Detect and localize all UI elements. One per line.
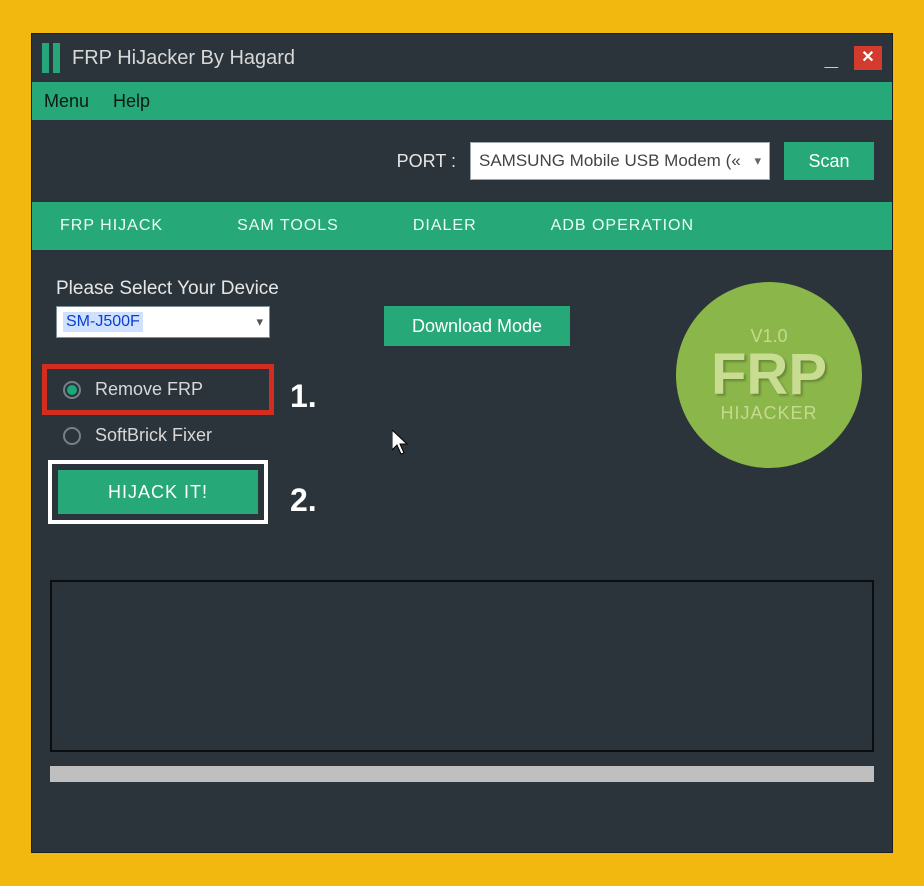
tab-sam-tools[interactable]: SAM TOOLS xyxy=(237,217,339,235)
softbrick-radio[interactable]: SoftBrick Fixer xyxy=(42,415,274,456)
chevron-down-icon: ▾ xyxy=(754,153,761,169)
softbrick-label: SoftBrick Fixer xyxy=(95,425,212,446)
port-row: PORT : SAMSUNG Mobile USB Modem (« ▾ Sca… xyxy=(32,120,892,202)
step-2-label: 2. xyxy=(290,482,317,519)
scan-button[interactable]: Scan xyxy=(784,142,874,180)
remove-frp-highlight: Remove FRP xyxy=(42,364,274,415)
port-select-value: SAMSUNG Mobile USB Modem (« xyxy=(479,151,741,171)
tab-frp-hijack[interactable]: FRP HIJACK xyxy=(60,217,163,235)
app-window: FRP HiJacker By Hagard _ ✕ Menu Help POR… xyxy=(31,33,893,853)
download-mode-button[interactable]: Download Mode xyxy=(384,306,570,346)
device-select-value: SM-J500F xyxy=(63,312,143,332)
window-title: FRP HiJacker By Hagard xyxy=(72,47,295,70)
cursor-icon xyxy=(392,430,412,462)
port-label: PORT : xyxy=(397,151,456,172)
port-select[interactable]: SAMSUNG Mobile USB Modem (« ▾ xyxy=(470,142,770,180)
remove-frp-radio[interactable]: Remove FRP xyxy=(47,369,269,410)
menubar: Menu Help xyxy=(32,82,892,120)
device-select[interactable]: SM-J500F ▾ xyxy=(56,306,270,338)
app-icon xyxy=(42,43,60,73)
hijack-button[interactable]: HIJACK IT! xyxy=(58,470,258,514)
radio-selected-icon xyxy=(63,381,81,399)
menu-item-help[interactable]: Help xyxy=(113,91,150,112)
minimize-button[interactable]: _ xyxy=(815,44,848,72)
output-panel xyxy=(50,580,874,752)
logo-subtext: HIJACKER xyxy=(720,403,817,424)
logo-text: FRP xyxy=(711,347,827,402)
tab-adb-operation[interactable]: ADB OPERATION xyxy=(551,217,694,235)
radio-unselected-icon xyxy=(63,427,81,445)
radio-group: Remove FRP SoftBrick Fixer HIJACK IT! xyxy=(42,364,274,524)
tabbar: FRP HIJACK SAM TOOLS DIALER ADB OPERATIO… xyxy=(32,202,892,250)
titlebar: FRP HiJacker By Hagard _ ✕ xyxy=(32,34,892,82)
remove-frp-label: Remove FRP xyxy=(95,379,203,400)
frp-logo: V1.0 FRP HIJACKER xyxy=(676,282,862,468)
step-1-label: 1. xyxy=(290,378,317,415)
status-strip xyxy=(50,766,874,782)
chevron-down-icon: ▾ xyxy=(256,314,263,330)
close-button[interactable]: ✕ xyxy=(854,46,882,70)
content-panel: Please Select Your Device SM-J500F ▾ Dow… xyxy=(32,250,892,580)
tab-dialer[interactable]: DIALER xyxy=(413,217,477,235)
menu-item-menu[interactable]: Menu xyxy=(44,91,89,112)
hijack-highlight: HIJACK IT! xyxy=(48,460,268,524)
